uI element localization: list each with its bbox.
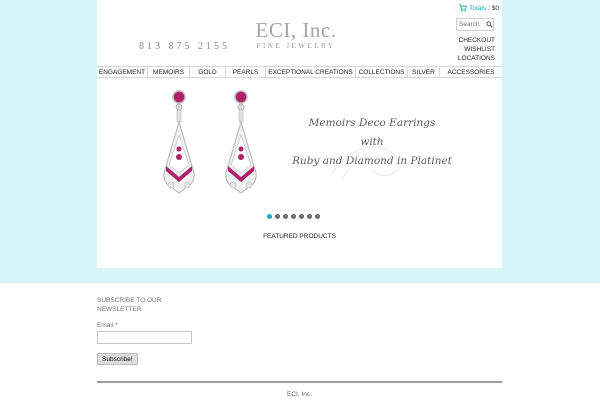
slider-dot[interactable]: [267, 214, 272, 219]
slide-caption-line-2: with: [360, 136, 384, 148]
nav-item-engagement[interactable]: ENGAGEMENT: [97, 67, 148, 77]
main-content-panel: 813 875 2155 ECI, Inc. FINE JEWELRY Tota…: [97, 0, 502, 268]
phone-number: 813 875 2155: [139, 41, 230, 52]
nav-item-collections[interactable]: COLLECTIONS: [356, 67, 408, 77]
slide-caption-line-3: Ruby and Diamond in Platinet: [292, 155, 452, 167]
nav-item-gold[interactable]: GOLD: [190, 67, 226, 77]
slider-dot[interactable]: [291, 214, 296, 219]
main-navigation: ENGAGEMENT MEMOIRS GOLD PEARLS EXCEPTION…: [97, 66, 502, 78]
required-marker: *: [115, 322, 118, 329]
site-logo[interactable]: ECI, Inc. FINE JEWELRY: [253, 17, 339, 50]
cart-icon: [459, 4, 468, 12]
slider-dot[interactable]: [283, 214, 288, 219]
search-icon[interactable]: [486, 21, 493, 28]
featured-products-heading: FEATURED PRODUCTS: [263, 233, 336, 240]
slider-pagination: [267, 214, 320, 219]
hero-slider[interactable]: Memoirs Deco Earrings with Ruby and Diam…: [97, 79, 502, 219]
email-label-text: Email: [97, 322, 114, 329]
logo-title: ECI, Inc.: [255, 18, 337, 42]
footer-divider: [97, 381, 502, 383]
footer-copyright: ECI, Inc.: [287, 391, 312, 398]
cart-totals[interactable]: Totals : $0: [459, 4, 499, 12]
locations-link[interactable]: LOCATIONS: [458, 54, 495, 63]
nav-item-silver[interactable]: SILVER: [408, 67, 440, 77]
subscribe-button[interactable]: Subscribe!: [97, 353, 138, 365]
newsletter-title: SUBSCRIBE TO OUR NEWSLETTER: [97, 297, 162, 313]
logo-subtitle: FINE JEWELRY: [256, 42, 336, 50]
search-box: [456, 18, 494, 31]
right-earring: [225, 90, 257, 194]
checkout-link[interactable]: CHECKOUT: [458, 36, 495, 45]
cart-total-value: : $0: [488, 4, 499, 12]
slide-caption: Memoirs Deco Earrings with Ruby and Diam…: [272, 114, 472, 171]
earrings-image: [163, 90, 257, 194]
slider-dot[interactable]: [275, 214, 280, 219]
nav-item-accessories[interactable]: ACCESSORIES: [440, 67, 502, 77]
account-links: CHECKOUT WISHLIST LOCATIONS: [458, 36, 495, 63]
nav-item-memoirs[interactable]: MEMOIRS: [148, 67, 190, 77]
nav-item-pearls[interactable]: PEARLS: [226, 67, 266, 77]
slider-dot[interactable]: [299, 214, 304, 219]
search-input[interactable]: [459, 21, 486, 28]
email-label: Email *: [97, 322, 247, 329]
email-field[interactable]: [97, 331, 192, 344]
wishlist-link[interactable]: WISHLIST: [458, 45, 495, 54]
slider-dot[interactable]: [315, 214, 320, 219]
slider-dot[interactable]: [307, 214, 312, 219]
newsletter-form: SUBSCRIBE TO OUR NEWSLETTER Email * Subs…: [97, 296, 247, 365]
left-earring: [163, 90, 195, 194]
nav-item-exceptional-creations[interactable]: EXCEPTIONAL CREATIONS: [266, 67, 356, 77]
cart-totals-label: Totals: [469, 4, 487, 12]
slide-caption-line-1: Memoirs Deco Earrings: [308, 117, 436, 129]
